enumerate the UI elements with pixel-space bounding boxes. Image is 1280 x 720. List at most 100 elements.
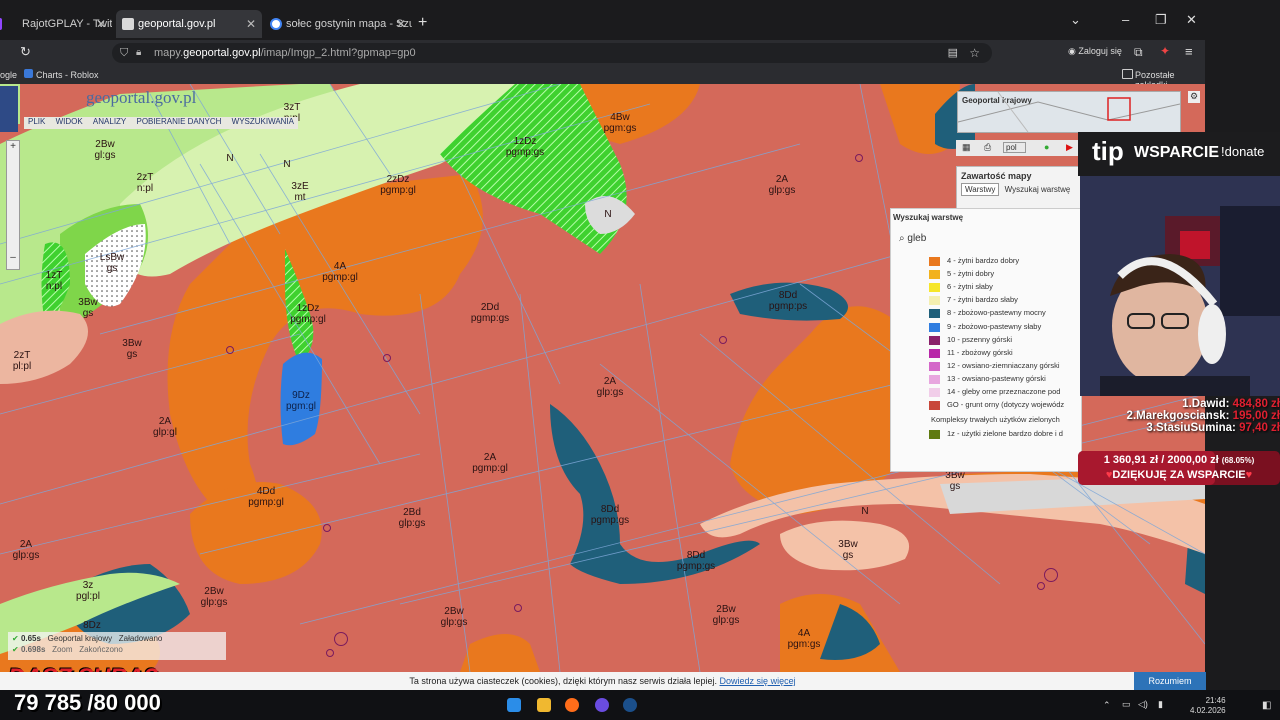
- map-parcel-label: 4Dd pgmp:gl: [248, 486, 284, 508]
- map-parcel-label: 2zT pl:pl: [12, 350, 32, 372]
- lock-icon[interactable]: 🔒︎: [136, 43, 141, 63]
- map-point-marker[interactable]: [334, 632, 348, 646]
- legend-swatch: [929, 388, 940, 397]
- map-parcel-label: 3zE mt: [291, 181, 309, 203]
- map-point-marker[interactable]: [514, 604, 522, 612]
- tab-twitch[interactable]: RajotGPLAY - Twitch ✕: [0, 10, 112, 38]
- legend-label: 14 - gleby orne przeznaczone pod: [947, 387, 1061, 396]
- address-bar[interactable]: ⛉ 🔒︎ mapy.geoportal.gov.pl/imap/Imgp_2.h…: [112, 43, 992, 63]
- url-prefix: mapy.: [154, 47, 184, 59]
- clock-date: 4.02.2026: [1190, 706, 1226, 715]
- map-point-marker[interactable]: [719, 336, 727, 344]
- geoportal-menu: PLIK WIDOK ANALIZY POBIERANIE DANYCH WYS…: [24, 117, 299, 129]
- geoportal-logo[interactable]: geoportal.gov.pl: [86, 88, 196, 108]
- tab-search-layer[interactable]: Wyszukaj warstwę: [1002, 184, 1074, 195]
- tab-layers[interactable]: Warstwy: [961, 183, 1000, 196]
- network-icon[interactable]: ▭: [1122, 699, 1131, 710]
- map-point-marker[interactable]: [323, 524, 331, 532]
- cookie-learn-more-link[interactable]: Dowiedz się więcej: [720, 676, 796, 686]
- menu-wyszukiwania[interactable]: WYSZUKIWANIA: [228, 117, 298, 126]
- shield-icon[interactable]: ⛉: [120, 43, 128, 63]
- webcam-image: [1080, 176, 1280, 396]
- volume-icon[interactable]: ◁): [1138, 699, 1148, 710]
- menu-pobieranie-danych[interactable]: POBIERANIE DANYCH: [133, 117, 226, 126]
- bookmark-charts-roblox[interactable]: Charts - Roblox: [36, 70, 99, 80]
- settings-icon[interactable]: ⚙: [1188, 91, 1200, 103]
- close-icon[interactable]: ✕: [246, 10, 256, 38]
- menu-plik[interactable]: PLIK: [24, 117, 49, 126]
- reload-icon[interactable]: ↻: [20, 44, 31, 60]
- search-value: gleb: [907, 233, 927, 244]
- notification-icon[interactable]: ◧: [1262, 700, 1271, 711]
- language-select[interactable]: pol: [1003, 142, 1026, 153]
- firefox-icon[interactable]: [565, 698, 579, 712]
- map-point-marker[interactable]: [383, 354, 391, 362]
- steam-icon[interactable]: [623, 698, 637, 712]
- legend-swatch: [929, 374, 940, 384]
- tab-geoportal[interactable]: geoportal.gov.pl ✕: [116, 10, 262, 38]
- menu-analizy[interactable]: ANALIZY: [89, 117, 130, 126]
- login-button[interactable]: ◉ Zaloguj się: [1068, 46, 1122, 57]
- discord-icon[interactable]: [595, 698, 609, 712]
- system-clock[interactable]: 21:46 4.02.2026: [1190, 696, 1226, 716]
- chevron-down-icon[interactable]: ⌄: [1070, 12, 1081, 28]
- youtube-icon[interactable]: ▶: [1066, 142, 1073, 153]
- url-rest: /imap/Imgp_2.html?gpmap=gp0: [260, 47, 416, 59]
- close-icon[interactable]: ✕: [96, 10, 106, 38]
- map-point-marker[interactable]: [326, 649, 334, 657]
- reader-view-icon[interactable]: ▤: [948, 43, 958, 63]
- map-point-marker[interactable]: [1044, 568, 1058, 582]
- zoom-out-button[interactable]: –: [7, 252, 19, 263]
- help-icon[interactable]: ●: [1044, 142, 1049, 152]
- donor-row: 1.Dawid: 484,80 zł: [1182, 398, 1280, 410]
- legend-item: 7 - żytni bardzo słaby: [929, 294, 1018, 306]
- map-parcel-label: 2zT n:pl: [136, 172, 154, 194]
- menu-widok[interactable]: WIDOK: [52, 117, 87, 126]
- map-parcel-label: LsBw gs: [99, 252, 125, 274]
- map-parcel-label: 1zDz pgmp:gs: [505, 136, 545, 158]
- overview-minimap[interactable]: Geoportal krajowy: [957, 91, 1181, 133]
- close-window-button[interactable]: ✕: [1186, 12, 1197, 28]
- extensions-icon[interactable]: ⧉: [1134, 45, 1143, 60]
- map-parcel-label: 2Bd glp:gs: [398, 507, 426, 529]
- search-input[interactable]: ⌕ gleb: [899, 233, 941, 253]
- zoom-in-button[interactable]: +: [7, 141, 19, 152]
- zoom-slider[interactable]: + –: [6, 140, 20, 270]
- minimize-button[interactable]: –: [1122, 12, 1129, 27]
- bookmark-google[interactable]: ogle: [0, 70, 17, 80]
- heart-icon: ♥: [1245, 469, 1253, 481]
- layer-search-panel: Wyszukaj warstwę ⌕ gleb 4 - żytni bardzo…: [890, 208, 1082, 472]
- map-parcel-label: 1zT n:pl: [45, 270, 63, 292]
- map-point-marker[interactable]: [226, 346, 234, 354]
- maximize-button[interactable]: ❐: [1155, 12, 1167, 28]
- chevron-up-icon[interactable]: ⌃: [1103, 700, 1111, 711]
- tab-label: sołec gostynin mapa - Szukaj: [286, 18, 412, 30]
- legend-item: 11 - zbożowy górski: [929, 347, 1013, 359]
- map-point-marker[interactable]: [855, 154, 863, 162]
- legend-label: 4 - żytni bardzo dobry: [947, 256, 1020, 265]
- new-tab-button[interactable]: +: [418, 14, 427, 32]
- map-parcel-label: 2Bw glp:gs: [200, 586, 228, 608]
- map-parcel-label: N: [283, 159, 291, 170]
- map-parcel-label: N: [226, 153, 234, 164]
- map-parcel-label: 2Bw glp:gs: [712, 604, 740, 626]
- star-icon[interactable]: ☆: [969, 43, 980, 63]
- legend-label: 10 - pszenny górski: [947, 334, 1013, 344]
- tip-support: WSPARCIE: [1134, 144, 1220, 161]
- map-parcel-label: 3Bw gs: [945, 470, 965, 492]
- battery-icon[interactable]: ▮: [1158, 699, 1163, 710]
- cookie-accept-button[interactable]: Rozumiem: [1134, 672, 1206, 690]
- tab-google-search[interactable]: sołec gostynin mapa - Szukaj ✕: [264, 10, 412, 38]
- legend-item: 6 - żytni słaby: [929, 281, 993, 293]
- close-icon[interactable]: ✕: [396, 10, 406, 38]
- print-icon[interactable]: ⎙: [984, 142, 991, 153]
- layers-icon[interactable]: ▦: [962, 142, 971, 153]
- windows-start-icon[interactable]: [507, 698, 521, 712]
- legend-swatch: [929, 283, 940, 293]
- menu-icon[interactable]: ≡: [1185, 44, 1193, 59]
- map-point-marker[interactable]: [1037, 582, 1045, 590]
- addon-icon[interactable]: ✦: [1160, 44, 1170, 58]
- map-parcel-label: 3Bw gs: [838, 539, 858, 561]
- legend-label: 6 - żytni słaby: [947, 282, 993, 292]
- file-explorer-icon[interactable]: [537, 698, 551, 712]
